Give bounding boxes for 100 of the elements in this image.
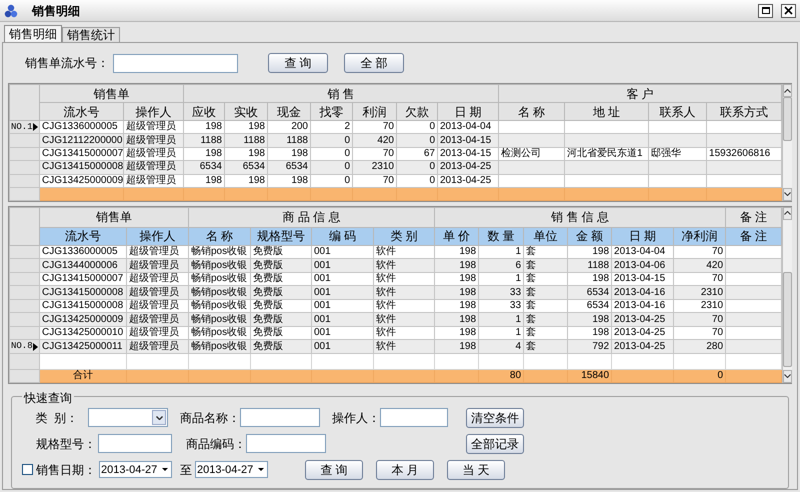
column-header[interactable]: 净利润 xyxy=(674,227,726,246)
column-header[interactable]: 单 价 xyxy=(434,227,479,246)
column-header[interactable]: 单位 xyxy=(524,227,568,246)
button[interactable]: 查 询 xyxy=(268,53,328,73)
scroll-up-button[interactable] xyxy=(783,84,792,97)
table-cell: 2013-04-25 xyxy=(438,160,499,174)
maximize-button[interactable] xyxy=(758,4,773,18)
row-header[interactable] xyxy=(10,160,40,174)
column-group-header: 销 售 信 息 xyxy=(434,207,726,228)
input-field[interactable] xyxy=(246,434,326,454)
column-header[interactable]: 地 址 xyxy=(564,102,649,120)
row-header[interactable] xyxy=(10,286,40,300)
column-header[interactable]: 规格型号 xyxy=(250,227,312,246)
row-header[interactable] xyxy=(10,258,40,272)
row-header[interactable] xyxy=(10,353,40,370)
scroll-up-button[interactable] xyxy=(783,206,792,220)
table-cell: 0 xyxy=(310,160,352,174)
row-header[interactable] xyxy=(10,299,40,313)
vertical-scrollbar[interactable] xyxy=(782,206,792,383)
table-cell: 套 xyxy=(524,312,568,326)
column-header[interactable]: 日 期 xyxy=(612,227,674,246)
input-field[interactable] xyxy=(113,54,238,72)
table-cell: 软件 xyxy=(374,286,435,300)
column-group-header: 销 售 xyxy=(184,84,499,102)
table-cell: 001 xyxy=(312,340,374,354)
row-header[interactable] xyxy=(10,312,40,326)
column-header[interactable]: 操作人 xyxy=(126,227,188,246)
column-header[interactable]: 日 期 xyxy=(438,102,499,120)
column-header[interactable]: 流水号 xyxy=(40,102,124,120)
date-value: 2013-04-27 xyxy=(101,462,158,478)
close-button[interactable] xyxy=(781,4,796,18)
date-field[interactable]: 2013-04-27 xyxy=(195,461,268,478)
button[interactable]: 本 月 xyxy=(376,460,434,480)
dropdown-button[interactable] xyxy=(152,410,166,426)
select-field[interactable] xyxy=(88,408,168,428)
field-label: 销售单流水号： xyxy=(25,55,109,72)
column-header[interactable]: 现金 xyxy=(268,102,310,120)
table-cell: 2013-04-06 xyxy=(612,258,674,272)
row-header[interactable] xyxy=(10,326,40,340)
column-header[interactable]: 实收 xyxy=(224,102,268,120)
column-header[interactable]: 数 量 xyxy=(478,227,524,246)
table-cell: 420 xyxy=(674,258,726,272)
tab[interactable]: 销售明细 xyxy=(4,25,62,42)
button[interactable]: 当 天 xyxy=(447,460,505,480)
input-field[interactable] xyxy=(380,408,448,428)
table-cell: 超级管理员 xyxy=(126,286,188,300)
column-header[interactable]: 流水号 xyxy=(40,227,126,246)
column-group-header: 商 品 信 息 xyxy=(188,207,435,228)
input-field[interactable] xyxy=(98,434,172,454)
table-cell: 198 xyxy=(434,312,479,326)
column-header[interactable]: 找零 xyxy=(310,102,352,120)
tab[interactable]: 销售统计 xyxy=(62,27,120,42)
table-cell: 0 xyxy=(396,174,438,188)
column-header[interactable]: 欠款 xyxy=(396,102,438,120)
column-header[interactable]: 编 码 xyxy=(312,227,374,246)
table-cell: 001 xyxy=(312,258,374,272)
date-field[interactable]: 2013-04-27 xyxy=(99,461,172,478)
table-cell: 2013-04-25 xyxy=(612,340,674,354)
total-cell: 合计 xyxy=(40,369,126,382)
checkbox[interactable] xyxy=(22,464,33,476)
scroll-down-button[interactable] xyxy=(783,370,792,383)
table-cell: 免费版 xyxy=(250,340,312,354)
table-cell: 280 xyxy=(674,340,726,354)
button[interactable]: 全部记录 xyxy=(466,434,524,454)
table-cell: 198 xyxy=(568,312,612,326)
table-cell: 1188 xyxy=(184,134,224,148)
column-header[interactable]: 名 称 xyxy=(188,227,250,246)
row-header[interactable] xyxy=(10,174,40,188)
row-header[interactable]: NO.8 xyxy=(10,340,40,354)
input-field[interactable] xyxy=(240,408,320,428)
scroll-down-button[interactable] xyxy=(783,188,792,201)
scrollbar-thumb[interactable] xyxy=(783,97,792,141)
row-header[interactable] xyxy=(10,369,40,382)
column-header[interactable]: 联系方式 xyxy=(706,102,782,120)
column-header[interactable]: 备 注 xyxy=(726,227,782,246)
row-header[interactable]: NO.1 xyxy=(10,120,40,134)
column-group-header: 客 户 xyxy=(498,84,782,102)
button[interactable]: 全 部 xyxy=(344,53,404,73)
column-header[interactable]: 应收 xyxy=(184,102,224,120)
table-cell: 6534 xyxy=(224,160,268,174)
column-header[interactable]: 利润 xyxy=(352,102,396,120)
column-header[interactable]: 联系人 xyxy=(648,102,707,120)
scrollbar-thumb[interactable] xyxy=(783,272,792,367)
row-header[interactable] xyxy=(10,187,40,200)
table-cell: 超级管理员 xyxy=(126,312,188,326)
column-header[interactable]: 金 额 xyxy=(568,227,612,246)
row-header[interactable] xyxy=(10,147,40,161)
column-header[interactable]: 类 别 xyxy=(374,227,435,246)
vertical-scrollbar[interactable] xyxy=(782,84,792,201)
table-cell: 超级管理员 xyxy=(124,160,184,174)
table-cell: 软件 xyxy=(374,312,435,326)
row-header[interactable] xyxy=(10,245,40,259)
table-cell: 免费版 xyxy=(250,312,312,326)
column-header[interactable]: 名 称 xyxy=(498,102,565,120)
column-header[interactable]: 操作人 xyxy=(124,102,184,120)
table-cell: CJG13425000011 xyxy=(40,340,126,354)
row-header[interactable] xyxy=(10,134,40,148)
button[interactable]: 清空条件 xyxy=(466,408,524,428)
row-header[interactable] xyxy=(10,272,40,286)
button[interactable]: 查 询 xyxy=(305,460,363,480)
